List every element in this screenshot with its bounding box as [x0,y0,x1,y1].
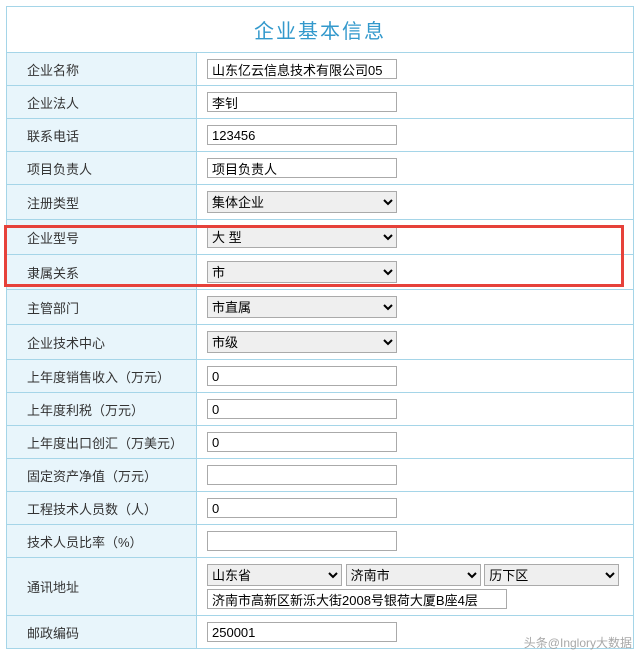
label-address: 通讯地址 [7,558,197,616]
input-project-leader[interactable] [207,158,397,178]
label-supervisor-dept: 主管部门 [7,290,197,325]
watermark-text: 头条@Inglory大数据 [524,634,632,651]
select-enterprise-model[interactable]: 大 型 [207,226,397,248]
input-company-name[interactable] [207,59,397,79]
cell-phone [197,119,634,152]
cell-affiliation: 市 [197,255,634,290]
cell-supervisor-dept: 市直属 [197,290,634,325]
cell-fixed-assets [197,459,634,492]
label-company-name: 企业名称 [7,53,197,86]
input-prev-sales[interactable] [207,366,397,386]
select-district[interactable]: 历下区 [484,564,619,586]
label-postcode: 邮政编码 [7,616,197,649]
cell-project-leader [197,152,634,185]
cell-prev-tax [197,393,634,426]
form-container: 企业基本信息 企业名称 企业法人 联系电话 项目负责人 [0,0,640,655]
cell-legal-person [197,86,634,119]
label-prev-export: 上年度出口创汇（万美元） [7,426,197,459]
label-prev-tax: 上年度利税（万元） [7,393,197,426]
label-legal-person: 企业法人 [7,86,197,119]
label-tech-ratio: 技术人员比率（%） [7,525,197,558]
input-prev-export[interactable] [207,432,397,452]
input-postcode[interactable] [207,622,397,642]
label-reg-type: 注册类型 [7,185,197,220]
input-eng-staff[interactable] [207,498,397,518]
input-phone[interactable] [207,125,397,145]
label-enterprise-model: 企业型号 [7,220,197,255]
cell-address: 山东省 济南市 历下区 [197,558,634,616]
label-affiliation: 隶属关系 [7,255,197,290]
select-city[interactable]: 济南市 [346,564,481,586]
label-tech-center: 企业技术中心 [7,325,197,360]
label-prev-sales: 上年度销售收入（万元） [7,360,197,393]
input-prev-tax[interactable] [207,399,397,419]
enterprise-info-table: 企业基本信息 企业名称 企业法人 联系电话 项目负责人 [6,6,634,649]
input-tech-ratio[interactable] [207,531,397,551]
cell-eng-staff [197,492,634,525]
input-address-detail[interactable] [207,589,507,609]
cell-prev-export [197,426,634,459]
cell-prev-sales [197,360,634,393]
label-project-leader: 项目负责人 [7,152,197,185]
select-tech-center[interactable]: 市级 [207,331,397,353]
label-fixed-assets: 固定资产净值（万元） [7,459,197,492]
label-eng-staff: 工程技术人员数（人） [7,492,197,525]
select-province[interactable]: 山东省 [207,564,342,586]
cell-enterprise-model: 大 型 [197,220,634,255]
select-supervisor-dept[interactable]: 市直属 [207,296,397,318]
select-reg-type[interactable]: 集体企业 [207,191,397,213]
cell-tech-ratio [197,525,634,558]
input-fixed-assets[interactable] [207,465,397,485]
label-phone: 联系电话 [7,119,197,152]
cell-tech-center: 市级 [197,325,634,360]
cell-reg-type: 集体企业 [197,185,634,220]
cell-company-name [197,53,634,86]
select-affiliation[interactable]: 市 [207,261,397,283]
form-title: 企业基本信息 [7,7,634,53]
input-legal-person[interactable] [207,92,397,112]
